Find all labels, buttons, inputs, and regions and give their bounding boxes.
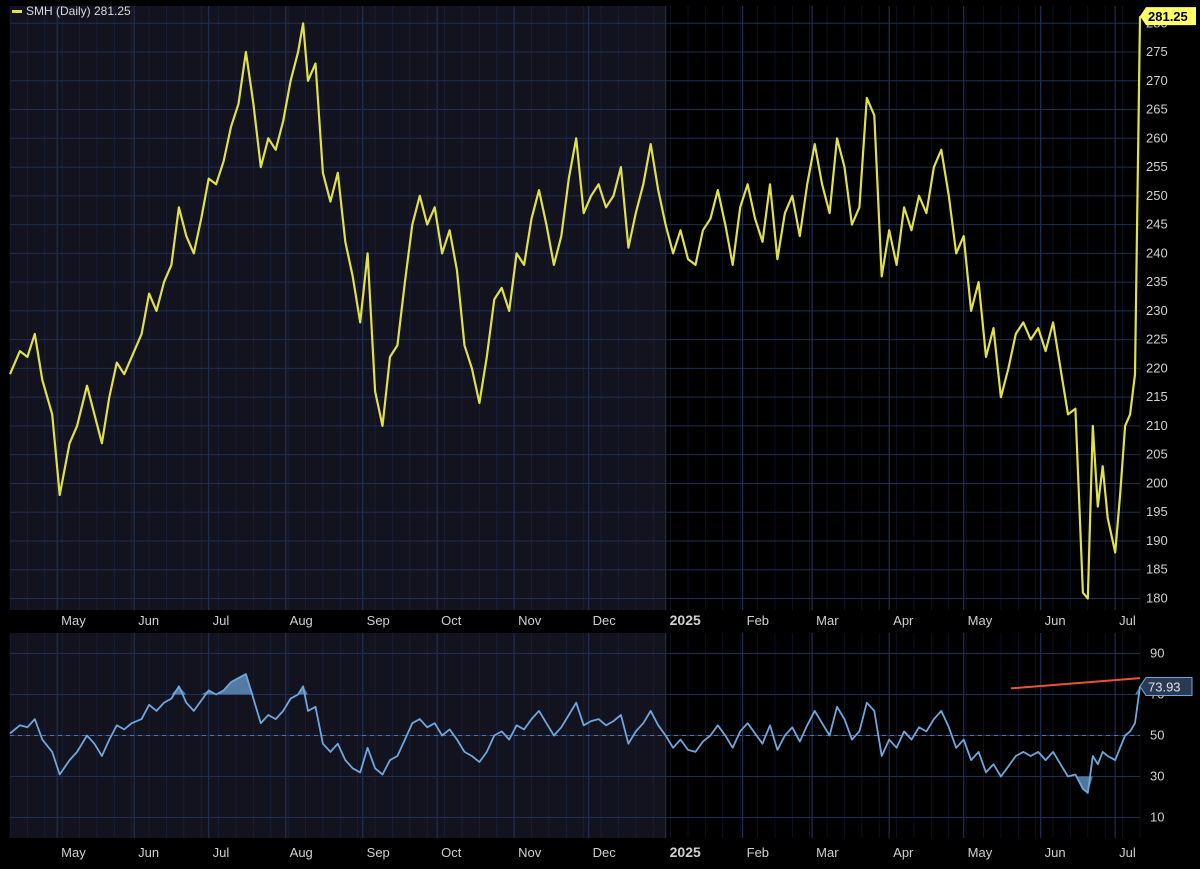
- price-x-tick-label: Jun: [138, 613, 159, 628]
- price-y-tick-label: 190: [1146, 533, 1168, 548]
- rsi-x-tick-label: Aug: [290, 845, 313, 860]
- price-y-tick-label: 235: [1146, 274, 1168, 289]
- rsi-x-tick-label: Sep: [367, 845, 390, 860]
- price-x-tick-label: Feb: [747, 613, 769, 628]
- price-y-tick-label: 240: [1146, 245, 1168, 260]
- price-y-tick-label: 210: [1146, 418, 1168, 433]
- price-y-tick-label: 180: [1146, 590, 1168, 605]
- price-y-tick-label: 230: [1146, 303, 1168, 318]
- rsi-y-tick-label: 50: [1150, 728, 1164, 743]
- price-y-tick-label: 195: [1146, 504, 1168, 519]
- price-y-tick-label: 275: [1146, 44, 1168, 59]
- legend-swatch: [12, 9, 22, 13]
- price-panel-shade: [10, 6, 666, 610]
- price-y-tick-label: 215: [1146, 389, 1168, 404]
- price-y-tick-label: 200: [1146, 475, 1168, 490]
- price-x-tick-label: Nov: [518, 613, 542, 628]
- rsi-x-tick-label: May: [968, 845, 993, 860]
- price-y-tick-label: 250: [1146, 188, 1168, 203]
- rsi-x-tick-label: Dec: [593, 845, 617, 860]
- price-last-label: 281.25: [1148, 9, 1188, 24]
- price-x-tick-label: Aug: [290, 613, 313, 628]
- rsi-y-tick-label: 30: [1150, 769, 1164, 784]
- price-x-tick-label: Dec: [593, 613, 617, 628]
- price-x-tick-label: Oct: [441, 613, 462, 628]
- price-y-tick-label: 270: [1146, 73, 1168, 88]
- price-x-tick-label: May: [61, 613, 86, 628]
- rsi-y-tick-label: 10: [1150, 810, 1164, 825]
- price-panel-dark: [665, 6, 1140, 610]
- rsi-x-tick-label: Oct: [441, 845, 462, 860]
- rsi-x-tick-label: Mar: [816, 845, 839, 860]
- price-x-tick-label: 2025: [670, 612, 701, 628]
- price-x-tick-label: Apr: [893, 613, 914, 628]
- price-y-tick-label: 225: [1146, 332, 1168, 347]
- legend-label: SMH (Daily) 281.25: [26, 4, 131, 18]
- price-x-tick-label: Jul: [1119, 613, 1136, 628]
- rsi-x-tick-label: Jun: [1045, 845, 1066, 860]
- price-x-tick-label: Jun: [1045, 613, 1066, 628]
- chart-root: 180 185 190 195 200 205 210 215 220 225 230 235 240 2…: [0, 0, 1200, 864]
- price-y-tick-label: 255: [1146, 159, 1168, 174]
- legend: SMH (Daily) 281.25: [12, 4, 131, 18]
- rsi-x-tick-label: Apr: [893, 845, 914, 860]
- price-x-tick-label: May: [968, 613, 993, 628]
- rsi-last-label: 73.93: [1148, 679, 1181, 694]
- price-x-tick-label: Mar: [816, 613, 839, 628]
- rsi-x-tick-label: Jun: [138, 845, 159, 860]
- rsi-y-tick-label: 90: [1150, 646, 1164, 661]
- rsi-x-tick-label: May: [61, 845, 86, 860]
- price-y-tick-label: 260: [1146, 130, 1168, 145]
- chart-svg: 180 185 190 195 200 205 210 215 220 225 230 235 240 2…: [8, 6, 1196, 860]
- rsi-x-tick-label: 2025: [670, 844, 701, 860]
- rsi-x-tick-label: Jul: [213, 845, 230, 860]
- price-x-tick-label: Sep: [367, 613, 390, 628]
- price-y-tick-label: 205: [1146, 447, 1168, 462]
- price-y-tick-label: 265: [1146, 102, 1168, 117]
- price-y-tick-label: 245: [1146, 217, 1168, 232]
- rsi-x-tick-label: Feb: [747, 845, 769, 860]
- rsi-x-tick-label: Nov: [518, 845, 542, 860]
- price-x-tick-label: Jul: [213, 613, 230, 628]
- rsi-x-tick-label: Jul: [1119, 845, 1136, 860]
- price-y-tick-label: 185: [1146, 562, 1168, 577]
- price-y-tick-label: 220: [1146, 360, 1168, 375]
